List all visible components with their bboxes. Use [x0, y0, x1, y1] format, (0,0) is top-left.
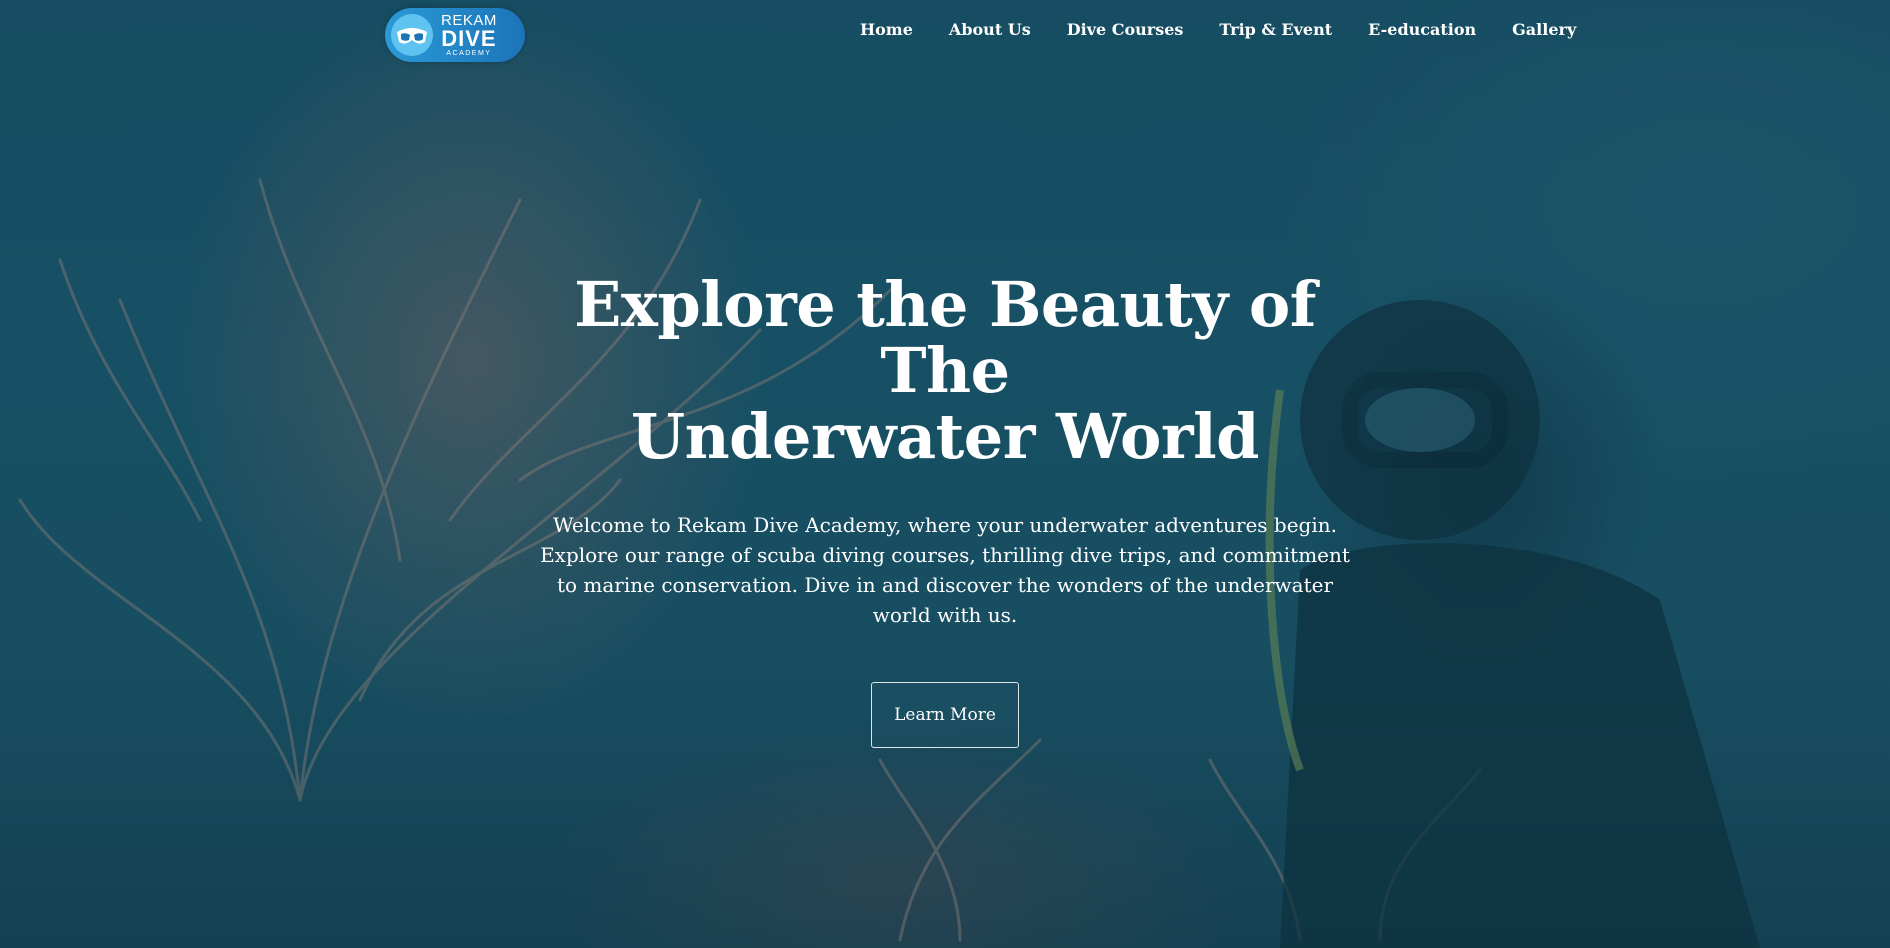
learn-more-button[interactable]: Learn More [871, 682, 1019, 748]
nav-item-gallery[interactable]: Gallery [1512, 20, 1576, 39]
hero-description: Welcome to Rekam Dive Academy, where you… [540, 513, 1350, 627]
hero-headline-line-1: Explore the Beauty of The [574, 268, 1316, 407]
nav-item-e-education[interactable]: E-education [1368, 20, 1476, 39]
nav-item-dive-courses[interactable]: Dive Courses [1067, 20, 1184, 39]
dive-mask-icon [385, 8, 439, 62]
hero-section: REKAM DIVE ACADEMY Home About Us Dive Co… [0, 0, 1890, 948]
logo-wordmark: REKAM DIVE ACADEMY [441, 13, 497, 57]
hero-headline-line-2: Underwater World [631, 400, 1259, 473]
nav-item-home[interactable]: Home [860, 20, 913, 39]
logo-line-academy: ACADEMY [446, 50, 492, 57]
main-nav: Home About Us Dive Courses Trip & Event … [860, 20, 1576, 39]
logo-badge: REKAM DIVE ACADEMY [385, 8, 525, 62]
brand-logo[interactable]: REKAM DIVE ACADEMY [385, 5, 530, 65]
nav-item-about-us[interactable]: About Us [949, 20, 1031, 39]
hero-content: Explore the Beauty of The Underwater Wor… [500, 272, 1390, 748]
hero-headline: Explore the Beauty of The Underwater Wor… [500, 272, 1390, 470]
logo-line-dive: DIVE [441, 26, 497, 51]
nav-item-trip-event[interactable]: Trip & Event [1219, 20, 1332, 39]
